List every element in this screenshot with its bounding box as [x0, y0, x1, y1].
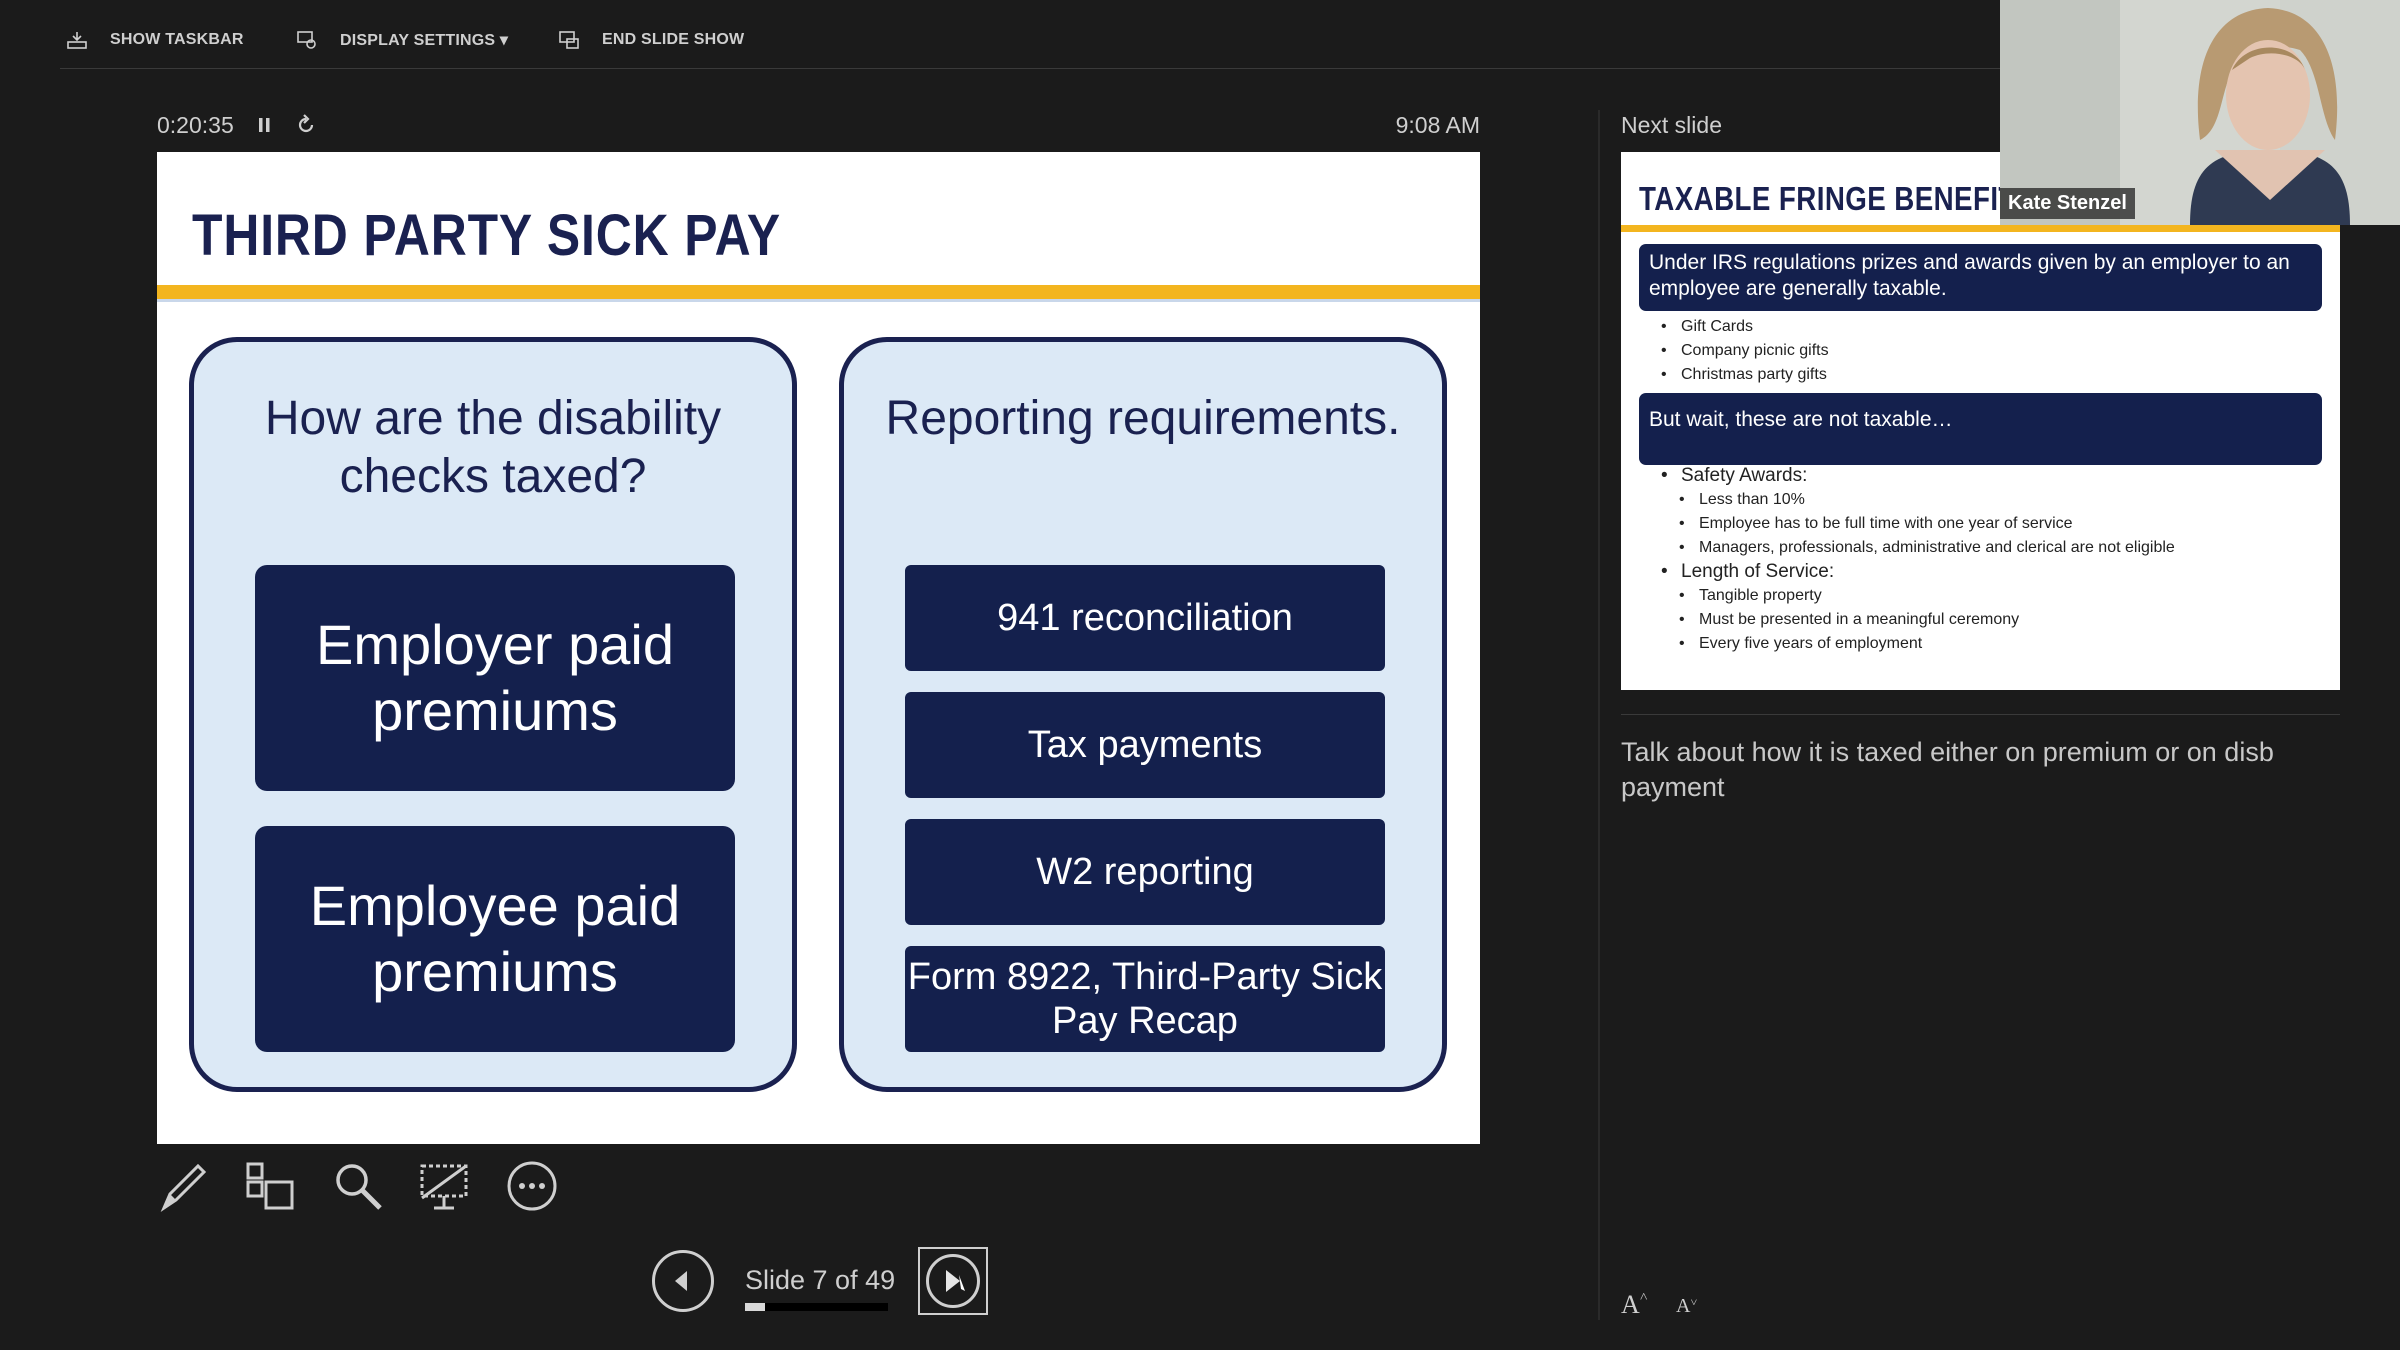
list-item: • Employee has to be full time with one y… [1679, 512, 2175, 536]
list-item: • Gift Cards [1661, 315, 1829, 339]
list-item: • Christmas party gifts [1661, 363, 1829, 387]
reporting-item: W2 reporting [905, 819, 1385, 925]
pane-divider[interactable] [1598, 110, 1600, 1320]
clock: 9:08 AM [1395, 112, 1480, 138]
slide-title: THIRD PARTY SICK PAY [192, 203, 782, 268]
list-item: • Tangible property [1679, 584, 2175, 608]
end-slide-show-label: END SLIDE SHOW [602, 31, 745, 48]
current-slide[interactable]: THIRD PARTY SICK PAY How are the disabil… [157, 152, 1480, 1144]
webcam-name-label: Kate Stenzel [2000, 188, 2135, 219]
reporting-item: Tax payments [905, 692, 1385, 798]
next-slide-list-gifts: • Gift Cards • Company picnic gifts • Chris… [1661, 315, 1829, 387]
taxation-panel-heading: How are the disability checks taxed? [264, 392, 722, 503]
next-slide-box-not-taxable: But wait, these are not taxable… [1639, 393, 2322, 465]
end-slide-show-button[interactable]: END SLIDE SHOW [558, 26, 744, 54]
display-settings-icon [297, 31, 316, 49]
list-item-text: Safety Awards: [1681, 465, 1808, 486]
list-item-text: Every five years of employment [1699, 635, 1923, 652]
reporting-panel-heading: Reporting requirements. [885, 392, 1401, 445]
list-item-text: Company picnic gifts [1681, 342, 1829, 359]
next-slide-list-awards: • Safety Awards: • Less than 10% • Employee… [1661, 464, 2175, 656]
slides-grid-icon[interactable] [242, 1158, 298, 1214]
next-slide-button[interactable] [918, 1247, 988, 1315]
list-item-text: Must be presented in a meaningful ceremo… [1699, 611, 2020, 628]
speaker-notes[interactable]: Talk about how it is taxed either on pre… [1621, 735, 2340, 805]
next-slide-preview[interactable]: TAXABLE FRINGE BENEFITS Under IRS regula… [1621, 152, 2340, 690]
next-slide-title: TAXABLE FRINGE BENEFITS [1639, 180, 2035, 217]
webcam-overlay[interactable]: Kate Stenzel [2000, 0, 2400, 225]
previous-slide-button[interactable] [652, 1250, 714, 1312]
next-icon [946, 1270, 965, 1292]
pause-icon[interactable] [255, 113, 275, 137]
next-slide-ring [926, 1254, 980, 1308]
reporting-item: 941 reconciliation [905, 565, 1385, 671]
list-item-text: Managers, professionals, administrative … [1699, 539, 2175, 556]
list-item: • Must be presented in a meaningful cerem… [1679, 608, 2175, 632]
list-item-text: Christmas party gifts [1681, 366, 1827, 383]
next-slide-label: Next slide [1621, 112, 1722, 138]
list-item: • Less than 10% [1679, 488, 2175, 512]
employer-paid-box: Employer paid premiums [255, 565, 735, 791]
list-item-text: Length of Service: [1681, 561, 1835, 582]
reset-icon[interactable] [295, 113, 317, 137]
display-settings-label: DISPLAY SETTINGS ▾ [340, 32, 509, 49]
list-item-text: Tangible property [1699, 587, 1822, 604]
list-item: • Length of Service: [1661, 561, 1835, 582]
taxation-panel: How are the disability checks taxed? Emp… [189, 337, 797, 1092]
list-item: • Every five years of employment [1679, 632, 2175, 656]
decrease-font-label: A [1676, 1295, 1691, 1317]
screen-icon[interactable] [416, 1158, 472, 1214]
decrease-font-button[interactable]: A˅ [1676, 1295, 1697, 1318]
display-settings-button[interactable]: DISPLAY SETTINGS ▾ [296, 26, 508, 54]
more-icon[interactable] [504, 1158, 560, 1214]
show-taskbar-label: SHOW TASKBAR [110, 31, 244, 48]
reporting-item: Form 8922, Third-Party Sick Pay Recap [905, 946, 1385, 1052]
list-item-text: Employee has to be full time with one ye… [1699, 515, 2073, 532]
list-item: • Safety Awards: [1661, 465, 1808, 486]
list-item: • Managers, professionals, administrative… [1679, 536, 2175, 560]
slide-progress-bar [745, 1303, 888, 1311]
zoom-icon[interactable] [330, 1158, 386, 1214]
slide-title-rule-shadow [157, 299, 1480, 302]
employee-paid-box: Employee paid premiums [255, 826, 735, 1052]
increase-font-button[interactable]: A˄ [1621, 1290, 1648, 1320]
increase-font-label: A [1621, 1290, 1640, 1319]
slide-title-rule [157, 285, 1480, 299]
next-slide-rule [1621, 225, 2340, 232]
list-item-text: Less than 10% [1699, 491, 1805, 508]
show-taskbar-button[interactable]: SHOW TASKBAR [66, 26, 244, 54]
pen-icon[interactable] [156, 1158, 212, 1214]
reporting-panel: Reporting requirements. 941 reconciliati… [839, 337, 1447, 1092]
next-slide-box-taxable: Under IRS regulations prizes and awards … [1639, 244, 2322, 311]
notes-divider [1621, 714, 2340, 715]
end-show-icon [559, 31, 579, 49]
toolbar-divider [60, 68, 2000, 69]
slide-progress-fill [745, 1303, 766, 1311]
prev-icon [675, 1271, 687, 1291]
list-item: • Company picnic gifts [1661, 339, 1829, 363]
list-item-text: Gift Cards [1681, 318, 1754, 335]
taskbar-icon [67, 32, 87, 49]
elapsed-timer: 0:20:35 [157, 112, 234, 138]
slide-counter[interactable]: Slide 7 of 49 [745, 1265, 895, 1296]
